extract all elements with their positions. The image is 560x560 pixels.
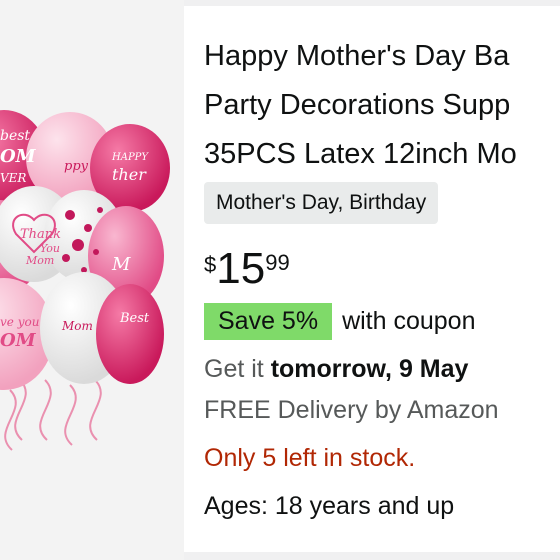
price-whole: 15 <box>216 244 266 293</box>
delivery-date: tomorrow, 9 May <box>270 355 469 383</box>
svg-text:ve you: ve you <box>0 315 39 329</box>
age-range: Ages: 18 years and up <box>204 492 455 520</box>
svg-text:HAPPY: HAPPY <box>111 152 149 163</box>
svg-text:ppy: ppy <box>64 159 89 174</box>
product-title[interactable]: Happy Mother's Day Ba Party Decorations … <box>204 32 560 179</box>
price: $1599 <box>204 244 290 294</box>
coupon-badge: Save 5% <box>204 303 333 340</box>
product-image[interactable]: best OM VER ppy HAPPY ther Thank You Mom… <box>0 0 184 560</box>
price-fraction: 99 <box>265 250 290 275</box>
product-title-line: Party Decorations Supp <box>204 89 511 121</box>
svg-text:Thank: Thank <box>20 227 61 242</box>
free-delivery-text: FREE Delivery by Amazon <box>204 396 499 424</box>
svg-text:M: M <box>111 254 131 275</box>
balloon-bouquet-image: best OM VER ppy HAPPY ther Thank You Mom… <box>0 110 170 451</box>
stock-status: Only 5 left in stock. <box>204 444 416 472</box>
svg-text:ther: ther <box>112 165 147 184</box>
product-info-card[interactable]: Happy Mother's Day Ba Party Decorations … <box>184 6 560 552</box>
svg-text:OM: OM <box>0 146 37 167</box>
coupon-text: with coupon <box>342 307 476 335</box>
svg-text:Mom: Mom <box>61 319 93 333</box>
svg-text:Best: Best <box>119 311 150 326</box>
product-title-line: 35PCS Latex 12inch Mo <box>204 138 517 170</box>
delivery-prefix: Get it <box>204 355 264 383</box>
price-currency: $ <box>204 252 217 277</box>
product-title-line: Happy Mother's Day Ba <box>204 40 510 72</box>
svg-text:VER: VER <box>0 171 26 185</box>
coupon-row: Save 5% with coupon <box>204 303 476 340</box>
delivery-estimate: Get it tomorrow, 9 May <box>204 355 468 384</box>
occasion-tag: Mother's Day, Birthday <box>204 182 439 224</box>
svg-text:Mom: Mom <box>25 254 54 267</box>
svg-text:OM: OM <box>0 330 37 351</box>
svg-text:best: best <box>0 128 30 144</box>
